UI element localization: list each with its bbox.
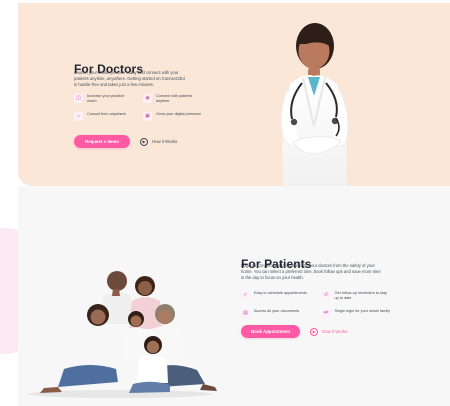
patient-feature-label: Access all your documents xyxy=(254,308,300,313)
doctor-cta-row: Request a demo ▶ How it Works xyxy=(74,135,177,148)
how-it-works-label: How it Works xyxy=(152,139,178,144)
wallet-icon: ▣ xyxy=(143,111,152,121)
doctor-features: ◫ Increase your practice reach ◉ Connect… xyxy=(74,94,202,121)
patient-how-it-works-link[interactable]: ▶ How it Works xyxy=(310,327,348,336)
login-icon: ⇄ xyxy=(321,308,331,318)
patient-feature-label: Single login for your whole family xyxy=(334,308,391,313)
book-appointment-button[interactable]: Book Appointment xyxy=(241,325,301,338)
how-it-works-link[interactable]: ▶ How it Works xyxy=(140,137,178,146)
patient-section-description: Login to Connect2Ed to consult with your… xyxy=(241,263,381,281)
patient-feature: ↺ Get follow-up reminders to stay up to … xyxy=(321,291,393,301)
doctor-feature-label: Grow your digital presence xyxy=(156,111,202,116)
doctor-feature-label: Connect with patients anytime xyxy=(156,94,193,103)
doctor-feature: ◫ Increase your practice reach xyxy=(74,94,133,104)
patient-feature-label: Get follow-up reminders to stay up to da… xyxy=(334,291,388,300)
patient-features: ✓ Easy to schedule appointments ↺ Get fo… xyxy=(241,291,392,318)
doctor-feature: ◉ Connect with patients anytime xyxy=(143,94,202,104)
doctor-illustration xyxy=(280,23,349,186)
play-icon: ▶ xyxy=(140,137,148,146)
calendar-plus-icon: ◫ xyxy=(74,94,83,103)
doctor-feature-label: Consult from anywhere xyxy=(87,111,127,116)
doctor-feature-label: Increase your practice reach xyxy=(87,94,125,103)
doctor-section-description: Launch your online practice today and co… xyxy=(74,70,185,88)
clinic-icon: ⌂ xyxy=(74,111,83,121)
calendar-check-icon: ✓ xyxy=(241,291,250,300)
doctor-feature: ⌂ Consult from anywhere xyxy=(74,111,133,121)
patient-cta-row: Book Appointment ▶ How it Works xyxy=(241,325,347,338)
patient-feature-label: Easy to schedule appointments xyxy=(254,291,307,295)
patient-icon: ◉ xyxy=(143,94,152,103)
patient-feature: ▤ Access all your documents xyxy=(241,308,312,318)
patient-how-it-works-label: How it Works xyxy=(322,329,348,334)
play-icon: ▶ xyxy=(310,327,319,336)
doctor-feature: ▣ Grow your digital presence xyxy=(143,111,202,121)
landing-page: For Doctors Launch your online practice … xyxy=(0,0,450,406)
patient-feature: ✓ Easy to schedule appointments xyxy=(241,291,312,301)
history-icon: ↺ xyxy=(321,291,331,300)
documents-icon: ▤ xyxy=(241,308,250,318)
family-illustration xyxy=(28,271,217,398)
request-demo-button[interactable]: Request a demo xyxy=(74,135,130,148)
patient-feature: ⇄ Single login for your whole family xyxy=(321,308,393,318)
